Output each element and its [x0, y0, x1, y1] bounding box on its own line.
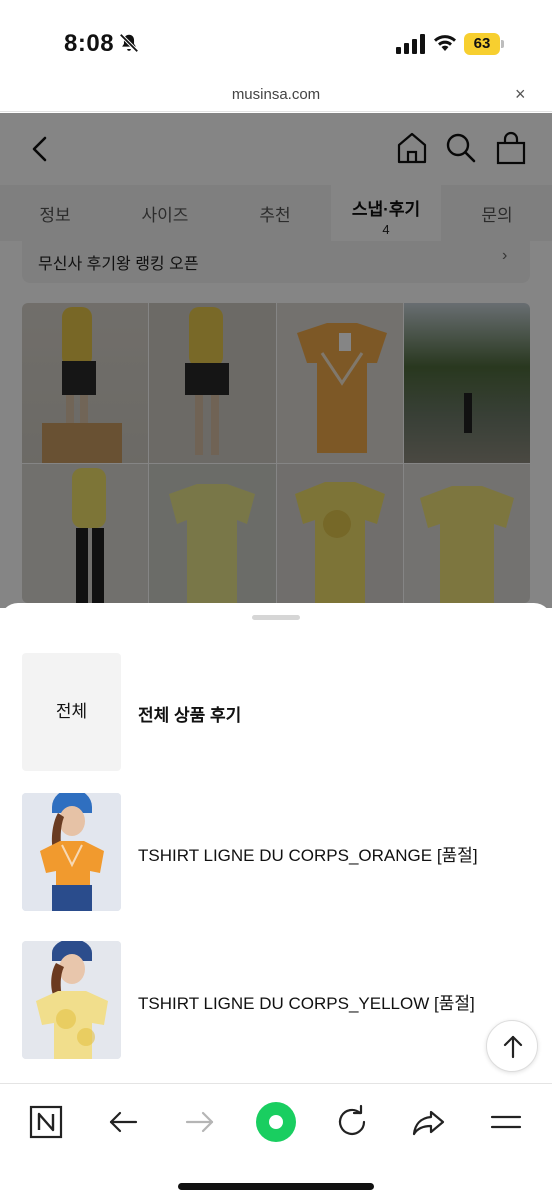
- green-dot-icon[interactable]: [256, 1102, 296, 1142]
- url-domain[interactable]: musinsa.com: [0, 86, 552, 103]
- scroll-to-top-button[interactable]: [486, 1020, 538, 1072]
- share-icon[interactable]: [409, 1102, 449, 1142]
- forward-arrow-icon[interactable]: [180, 1102, 220, 1142]
- status-time: 8:08: [64, 30, 115, 57]
- url-bar[interactable]: musinsa.com ×: [0, 84, 552, 112]
- close-icon[interactable]: ×: [515, 84, 526, 105]
- sheet-item-all[interactable]: 전체 전체 상품 후기: [22, 653, 532, 771]
- sheet-item-yellow[interactable]: TSHIRT LIGNE DU CORPS_YELLOW [품절]: [22, 941, 532, 1059]
- status-bar: 8:08 63: [0, 0, 552, 84]
- battery-indicator: 63: [464, 33, 504, 55]
- bell-muted-icon: [119, 33, 139, 53]
- product-thumbnail-yellow: [22, 941, 121, 1059]
- arrow-up-icon: [503, 1035, 523, 1059]
- sheet-item-label: TSHIRT LIGNE DU CORPS_YELLOW [품절]: [138, 994, 475, 1013]
- battery-tip: [501, 40, 504, 48]
- browser-toolbar: [0, 1083, 552, 1200]
- wifi-icon: [434, 35, 456, 51]
- sheet-drag-handle[interactable]: [252, 615, 300, 620]
- sheet-item-label: TSHIRT LIGNE DU CORPS_ORANGE [품절]: [138, 846, 478, 865]
- dim-overlay[interactable]: [0, 113, 552, 608]
- sheet-item-orange[interactable]: TSHIRT LIGNE DU CORPS_ORANGE [품절]: [22, 793, 532, 911]
- battery-level: 63: [464, 33, 500, 55]
- product-filter-sheet: 전체 전체 상품 후기 TSHIRT LIGNE DU CORPS_ORANGE…: [0, 603, 552, 1083]
- product-thumbnail-orange: [22, 793, 121, 911]
- all-thumbnail: 전체: [22, 653, 121, 771]
- menu-icon[interactable]: [486, 1102, 526, 1142]
- naver-n-icon[interactable]: [26, 1102, 66, 1142]
- cellular-signal-icon: [396, 34, 425, 54]
- home-indicator: [178, 1183, 374, 1190]
- refresh-icon[interactable]: [332, 1102, 372, 1142]
- sheet-item-label: 전체 상품 후기: [138, 706, 242, 725]
- back-arrow-icon[interactable]: [103, 1102, 143, 1142]
